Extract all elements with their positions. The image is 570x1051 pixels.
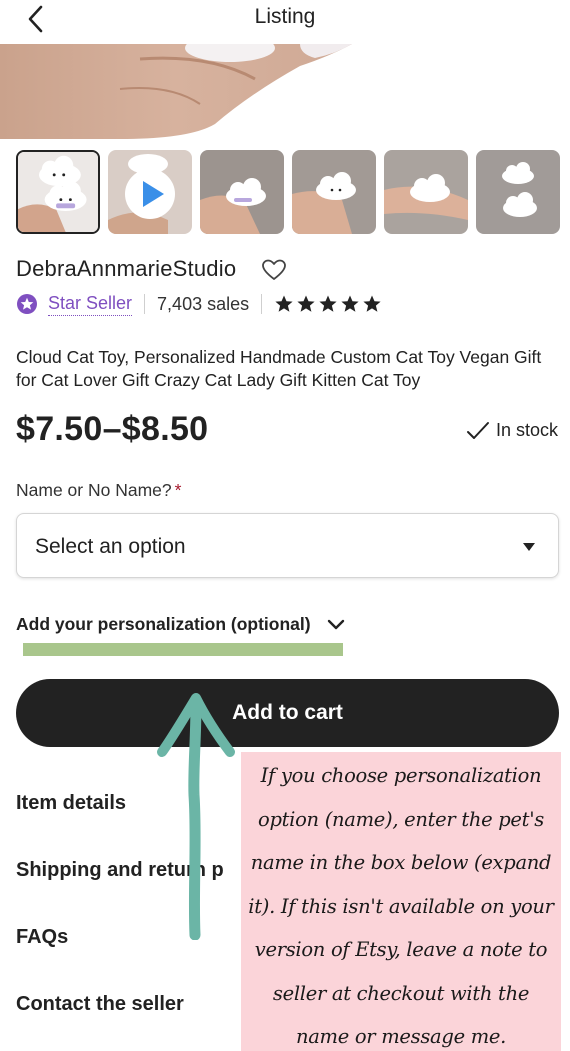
star-icon [341,295,359,312]
thumbnail-1[interactable] [16,150,100,234]
variation-label-text: Name or No Name? [16,480,172,500]
stock-status: In stock [466,420,558,441]
annotation-arrow-icon [157,693,235,940]
top-bar: Listing [0,0,570,44]
price: $7.50–$8.50 [16,410,209,448]
thumbnail-5[interactable] [384,150,468,234]
divider [144,294,146,314]
sales-count: 7,403 sales [157,293,250,314]
variation-select-value: Select an option [35,535,186,558]
required-mark: * [174,480,182,500]
page-title: Listing [254,5,316,28]
star-icon [297,295,315,312]
item-details-section[interactable]: Item details [16,792,126,815]
star-seller-badge-icon [17,294,37,314]
variation-label: Name or No Name? * [16,480,181,501]
thumbnail-6[interactable] [476,150,560,234]
faqs-section[interactable]: FAQs [16,926,68,949]
add-to-cart-button[interactable]: Add to cart [16,679,559,747]
main-product-image[interactable] [0,44,570,139]
rating-stars[interactable] [274,294,382,314]
variation-select[interactable]: Select an option [16,513,559,578]
thumbnail-4[interactable] [292,150,376,234]
star-icon [319,295,337,312]
star-seller-label[interactable]: Star Seller [48,293,133,316]
thumbnail-3[interactable] [200,150,284,234]
personalization-toggle[interactable]: Add your personalization (optional) [16,614,345,635]
checkmark-icon [466,421,489,439]
caret-down-icon [523,543,535,551]
thumbnail-video[interactable] [108,150,192,234]
add-to-cart-label: Add to cart [232,701,343,724]
listing-title: Cloud Cat Toy, Personalized Handmade Cus… [16,347,542,390]
star-icon [275,295,293,312]
chevron-down-icon [327,619,344,629]
divider [261,294,263,314]
star-icon [363,295,381,312]
personalization-label: Add your personalization (optional) [16,614,311,634]
stock-label: In stock [495,420,558,440]
annotation-note: If you choose personalization option (na… [241,752,561,1051]
shop-name[interactable]: DebraAnnmarieStudio [16,256,236,282]
heart-icon[interactable] [261,258,287,282]
seller-info-row: Star Seller 7,403 sales [16,290,556,318]
highlight-underline [23,643,343,656]
annotation-note-text: If you choose personalization option (na… [248,764,554,1048]
thumbnail-strip [16,150,570,235]
contact-seller-section[interactable]: Contact the seller [16,993,184,1016]
